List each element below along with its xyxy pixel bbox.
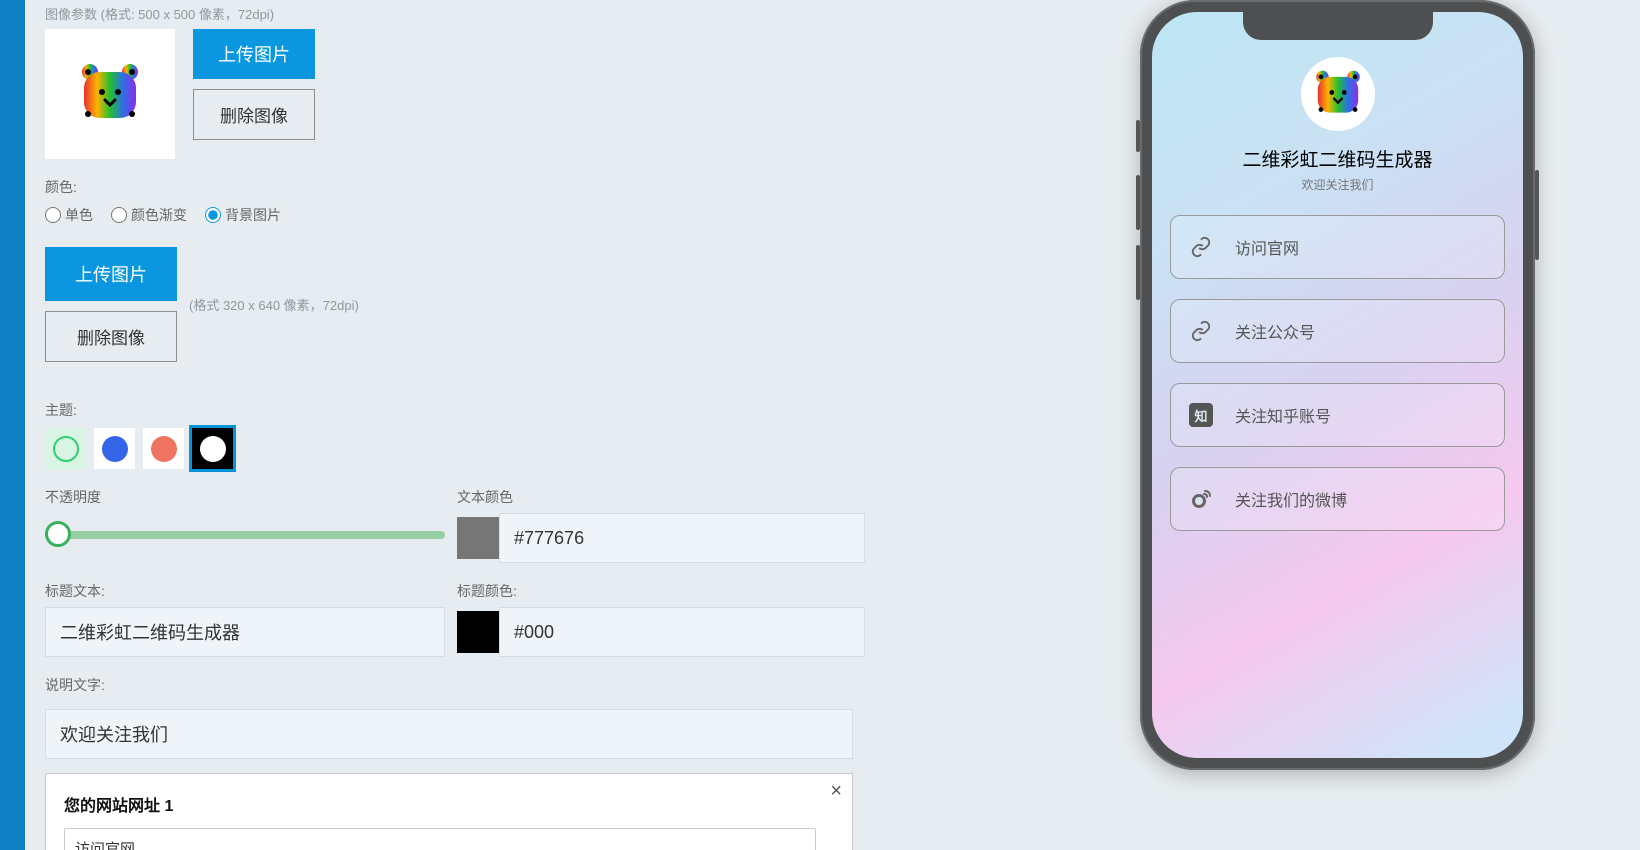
text-color-swatch[interactable] — [457, 517, 499, 559]
preview-link-list: 访问官网关注公众号知关注知乎账号关注我们的微博 — [1152, 193, 1523, 531]
phone-side-button — [1136, 245, 1140, 300]
opacity-slider[interactable] — [45, 519, 445, 549]
rainbow-bear-icon — [74, 58, 146, 130]
close-icon[interactable]: × — [830, 780, 842, 803]
title-text-input[interactable] — [45, 607, 445, 657]
description-label: 说明文字: — [45, 675, 1120, 695]
theme-option-coral[interactable] — [143, 428, 184, 469]
radio-solid-label: 单色 — [65, 205, 93, 225]
radio-gradient-input[interactable] — [111, 207, 127, 223]
phone-screen: 二维彩虹二维码生成器 欢迎关注我们 访问官网关注公众号知关注知乎账号关注我们的微… — [1152, 12, 1523, 758]
delete-bg-button[interactable]: 删除图像 — [45, 311, 177, 362]
bg-format-hint: (格式 320 x 640 像素，72dpi) — [189, 295, 359, 314]
image-params-hint: 图像参数 (格式: 500 x 500 像素，72dpi) — [45, 4, 1120, 23]
text-color-label: 文本颜色 — [457, 487, 865, 507]
text-color-input[interactable] — [499, 513, 865, 563]
opacity-slider-thumb[interactable] — [45, 521, 71, 547]
title-color-swatch[interactable] — [457, 611, 499, 653]
preview-title: 二维彩虹二维码生成器 — [1152, 145, 1523, 172]
description-input[interactable] — [45, 709, 853, 759]
theme-option-blue[interactable] — [94, 428, 135, 469]
phone-frame: 二维彩虹二维码生成器 欢迎关注我们 访问官网关注公众号知关注知乎账号关注我们的微… — [1140, 0, 1535, 770]
logo-preview-box — [45, 29, 175, 159]
title-text-label: 标题文本: — [45, 581, 445, 601]
phone-side-button — [1535, 170, 1539, 260]
radio-bgimage-label: 背景图片 — [225, 205, 281, 225]
theme-label: 主题: — [45, 400, 1120, 420]
preview-link-label: 关注知乎账号 — [1235, 403, 1331, 427]
url-input[interactable] — [64, 828, 816, 850]
theme-option-green[interactable] — [45, 428, 86, 469]
radio-solid[interactable]: 单色 — [45, 205, 93, 225]
theme-option-black[interactable] — [192, 428, 233, 469]
phone-side-button — [1136, 175, 1140, 230]
preview-link-item[interactable]: 关注公众号 — [1170, 299, 1505, 363]
radio-solid-input[interactable] — [45, 207, 61, 223]
preview-link-label: 关注公众号 — [1235, 319, 1315, 343]
link-icon — [1189, 235, 1213, 259]
sidebar-strip — [0, 0, 25, 850]
url-card: × 您的网站网址 1 — [45, 773, 853, 850]
color-mode-radio-group: 单色 颜色渐变 背景图片 — [45, 205, 1120, 225]
upload-bg-button[interactable]: 上传图片 — [45, 247, 177, 301]
color-label: 颜色: — [45, 177, 1120, 197]
preview-link-label: 访问官网 — [1235, 235, 1299, 259]
preview-link-item[interactable]: 知关注知乎账号 — [1170, 383, 1505, 447]
preview-subtitle: 欢迎关注我们 — [1152, 176, 1523, 193]
delete-logo-button[interactable]: 删除图像 — [193, 89, 315, 140]
theme-picker — [45, 428, 1120, 469]
preview-logo — [1301, 57, 1375, 131]
phone-notch — [1243, 12, 1433, 40]
url-card-heading: 您的网站网址 1 — [64, 792, 834, 816]
rainbow-bear-icon — [1310, 66, 1366, 122]
phone-side-button — [1136, 120, 1140, 152]
title-color-label: 标题颜色: — [457, 581, 865, 601]
preview-link-item[interactable]: 关注我们的微博 — [1170, 467, 1505, 531]
preview-link-item[interactable]: 访问官网 — [1170, 215, 1505, 279]
phone-preview-pane: 二维彩虹二维码生成器 欢迎关注我们 访问官网关注公众号知关注知乎账号关注我们的微… — [1140, 0, 1640, 850]
link-icon — [1189, 319, 1213, 343]
upload-logo-button[interactable]: 上传图片 — [193, 29, 315, 79]
opacity-label: 不透明度 — [45, 487, 445, 507]
settings-panel: 图像参数 (格式: 500 x 500 像素，72dpi) — [25, 0, 1140, 850]
preview-link-label: 关注我们的微博 — [1235, 487, 1347, 511]
weibo-icon — [1189, 487, 1213, 511]
radio-bg-image[interactable]: 背景图片 — [205, 205, 281, 225]
radio-bgimage-input[interactable] — [205, 207, 221, 223]
radio-gradient-label: 颜色渐变 — [131, 205, 187, 225]
zhi-icon: 知 — [1189, 403, 1213, 427]
radio-gradient[interactable]: 颜色渐变 — [111, 205, 187, 225]
title-color-input[interactable] — [499, 607, 865, 657]
